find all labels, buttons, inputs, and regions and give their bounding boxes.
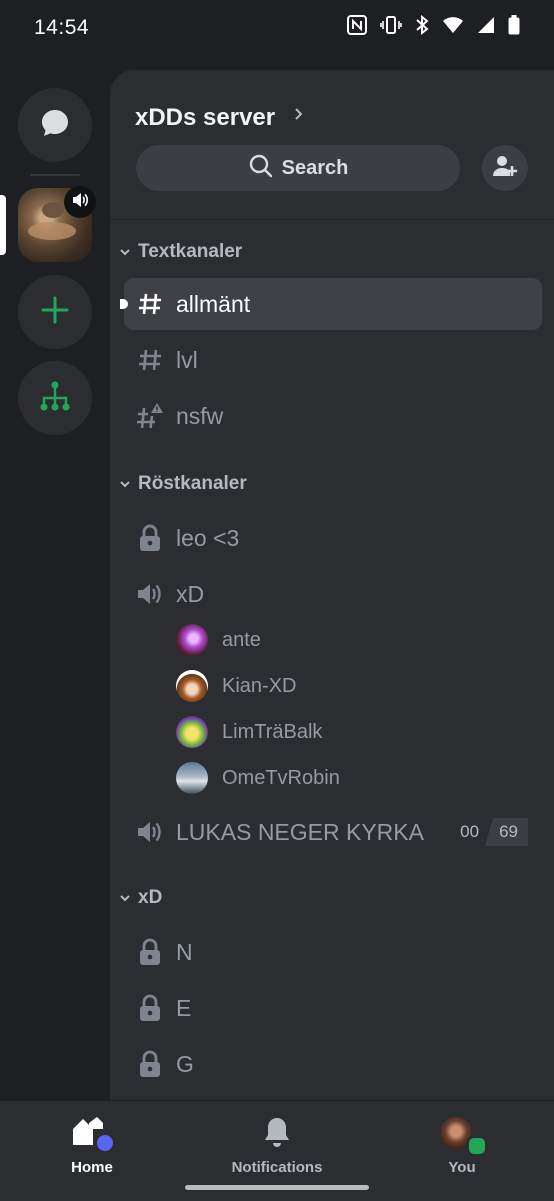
nav-label: You <box>448 1159 476 1176</box>
avatar <box>437 1115 488 1157</box>
counter-current: 00 <box>460 822 480 841</box>
add-user-icon <box>491 152 519 185</box>
discover-button[interactable] <box>18 361 92 435</box>
server-title[interactable]: xDDs server <box>135 104 275 132</box>
voice-member-limtrabalk[interactable]: LimTräBalk <box>176 714 322 750</box>
nav-you[interactable]: You <box>402 1115 522 1176</box>
channel-lvl[interactable]: lvl <box>124 334 542 386</box>
chevron-down-icon <box>118 477 132 491</box>
channel-allmant[interactable]: allmänt <box>120 278 542 330</box>
invite-members-button[interactable] <box>482 145 528 191</box>
battery-icon <box>508 15 520 35</box>
member-name: ante <box>222 628 261 651</box>
panel-divider <box>110 219 554 220</box>
lock-icon <box>136 994 164 1022</box>
lock-icon <box>136 1050 164 1078</box>
home-icon <box>67 1115 117 1151</box>
hub-icon <box>38 379 72 418</box>
speaker-icon <box>136 818 164 846</box>
member-name: LimTräBalk <box>222 720 323 743</box>
avatar <box>176 670 208 702</box>
channel-name: LUKAS NEGER KYRKA <box>176 818 424 845</box>
chevron-right-icon[interactable] <box>294 106 304 127</box>
category-label: Röstkanaler <box>138 473 247 494</box>
bell-icon <box>261 1115 293 1151</box>
channel-e[interactable]: E <box>124 982 542 1034</box>
nav-notifications[interactable]: Notifications <box>217 1115 337 1176</box>
voice-member-ante[interactable]: ante <box>176 622 261 658</box>
direct-messages-button[interactable] <box>18 88 92 162</box>
status-icons <box>347 15 520 35</box>
speaker-icon <box>136 580 164 608</box>
category-rostkanaler[interactable]: Röstkanaler <box>118 469 247 499</box>
user-limit-counter: 00 69 <box>460 817 528 847</box>
hashtag-warning-icon <box>136 402 164 430</box>
channel-name: xD <box>176 580 205 607</box>
channel-name: N <box>176 938 193 965</box>
server-rail <box>0 58 110 1100</box>
wifi-icon <box>442 16 464 34</box>
category-label: xD <box>138 887 163 908</box>
category-textkanaler[interactable]: Textkanaler <box>118 237 242 267</box>
avatar <box>176 716 208 748</box>
channel-xd-voice[interactable]: xD <box>124 568 542 620</box>
member-name: OmeTvRobin <box>222 766 340 789</box>
avatar <box>176 624 208 656</box>
channel-lukas-voice[interactable]: LUKAS NEGER KYRKA 00 69 <box>124 806 542 858</box>
search-bar[interactable]: Search <box>136 145 460 191</box>
plus-icon <box>40 295 70 330</box>
nav-label: Notifications <box>231 1159 323 1176</box>
selected-server-indicator <box>0 195 6 255</box>
channel-g[interactable]: G <box>124 1038 542 1090</box>
gesture-handle[interactable] <box>185 1185 369 1190</box>
vibrate-icon <box>380 15 402 35</box>
online-status-icon <box>466 1135 488 1157</box>
channel-name: E <box>176 994 192 1021</box>
hashtag-icon <box>136 346 164 374</box>
chat-bubble-icon <box>38 106 72 145</box>
hashtag-icon <box>136 290 164 318</box>
channel-name: G <box>176 1050 194 1077</box>
channel-panel: xDDs server Search Textkanaler allmänt l… <box>110 70 554 1100</box>
voice-member-kian-xd[interactable]: Kian-XD <box>176 668 296 704</box>
lock-icon <box>136 524 164 552</box>
nav-label: Home <box>71 1159 113 1176</box>
avatar <box>176 762 208 794</box>
chevron-down-icon <box>118 891 132 905</box>
channel-nsfw[interactable]: nsfw <box>124 390 542 442</box>
counter-limit: 69 <box>485 818 528 846</box>
search-icon <box>248 153 274 184</box>
nav-home[interactable]: Home <box>32 1115 152 1176</box>
add-server-button[interactable] <box>18 275 92 349</box>
bluetooth-icon <box>415 15 429 35</box>
nfc-icon <box>347 15 367 35</box>
channel-name: nsfw <box>176 402 224 429</box>
unread-indicator <box>120 299 128 309</box>
status-bar: 14:54 <box>0 0 554 58</box>
search-label: Search <box>281 156 349 179</box>
rail-separator <box>30 174 80 176</box>
member-name: Kian-XD <box>222 674 297 697</box>
chevron-down-icon <box>118 245 132 259</box>
category-label: Textkanaler <box>138 241 243 262</box>
channel-name: leo <3 <box>176 524 240 551</box>
signal-icon <box>477 16 495 34</box>
voice-active-badge <box>64 186 96 218</box>
lock-icon <box>136 938 164 966</box>
channel-n[interactable]: N <box>124 926 542 978</box>
category-xd[interactable]: xD <box>118 883 162 913</box>
voice-member-ometvrobin[interactable]: OmeTvRobin <box>176 760 340 796</box>
channel-leo[interactable]: leo <3 <box>124 512 542 564</box>
channel-name: lvl <box>176 346 198 373</box>
speaker-icon <box>71 191 89 214</box>
status-time: 14:54 <box>34 16 90 39</box>
channel-name: allmänt <box>176 290 251 317</box>
